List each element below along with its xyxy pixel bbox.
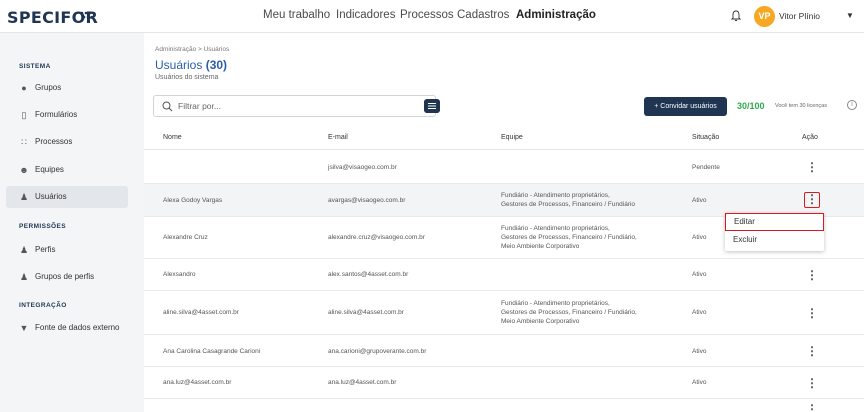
profile-group-icon: ♟ (19, 272, 29, 282)
row-email: jsilva@visaogeo.com.br (328, 164, 397, 171)
license-count: 30/100 (737, 101, 765, 111)
row-name: Alexandre Cruz (163, 234, 208, 241)
more-vertical-icon[interactable]: ⋮ (804, 343, 820, 359)
sidebar-item-perfis[interactable]: ♟ Perfis (6, 239, 128, 261)
row-name: Alexa Godoy Vargas (163, 197, 223, 204)
chevron-down-icon[interactable]: ▼ (846, 11, 854, 20)
sidebar-item-label: Formulários (35, 110, 78, 119)
nav-administracao[interactable]: Administração (516, 9, 596, 21)
nav-cadastros[interactable]: Cadastros (457, 9, 509, 21)
sidebar-item-label: Usuários (35, 192, 67, 201)
user-name[interactable]: Vitor Plínio (779, 11, 820, 21)
menu-item-editar[interactable]: Editar (725, 213, 824, 231)
row-status: Ativo (692, 197, 707, 204)
sidebar: SISTEMA ● Grupos ▯ Formulários ∷ Process… (0, 33, 140, 412)
sidebar-section-integracao: INTEGRAÇÃO (19, 302, 67, 309)
column-header-acao: Ação (802, 134, 818, 141)
row-team: Fundiário - Atendimento proprietários, G… (501, 300, 637, 325)
sidebar-item-label: Processos (35, 137, 73, 146)
row-status: Ativo (692, 234, 707, 241)
row-action-menu: Editar Excluir (725, 213, 824, 251)
search-input[interactable] (178, 99, 378, 113)
search-icon (162, 101, 173, 112)
row-name: ana.luz@4asset.com.br (163, 379, 232, 386)
nav-indicadores[interactable]: Indicadores (336, 9, 395, 21)
filter-icon[interactable] (424, 99, 440, 113)
table-row[interactable]: jsilva@visaogeo.com.br Pendente ⋮ (144, 151, 864, 184)
row-name: Ana Carolina Casagrande Carioni (163, 348, 261, 355)
sidebar-section-sistema: SISTEMA (19, 63, 51, 70)
page-subtitle: Usuários do sistema (155, 74, 219, 81)
row-status: Ativo (692, 271, 707, 278)
process-icon: ∷ (21, 137, 27, 147)
sidebar-section-permissoes: PERMISSÕES (19, 223, 66, 230)
sidebar-item-label: Equipes (35, 165, 64, 174)
more-vertical-icon[interactable]: ⋮ (804, 375, 820, 391)
table-row[interactable]: ⋮ (144, 399, 864, 412)
row-email: ana.carioni@grupoverante.com.br (328, 348, 427, 355)
avatar[interactable]: VP (754, 6, 775, 27)
table-row[interactable]: Ana Carolina Casagrande Carioni ana.cari… (144, 335, 864, 367)
table-row[interactable]: Alexsandro alex.santos@4asset.com.br Ati… (144, 259, 864, 291)
plug-icon: ▼ (19, 323, 29, 333)
page-title: Usuários (30) (155, 58, 227, 72)
more-vertical-icon[interactable]: ⋮ (804, 267, 820, 283)
row-email: alexandre.cruz@visaogeo.com.br (328, 234, 425, 241)
more-vertical-icon[interactable]: ⋮ (804, 305, 820, 321)
sidebar-item-label: Fonte de dados externo (35, 323, 120, 332)
clipboard-icon: ▯ (21, 110, 27, 120)
table-row[interactable]: aline.silva@4asset.com.br aline.silva@4a… (144, 291, 864, 335)
column-header-nome[interactable]: Nome (163, 134, 182, 141)
sidebar-item-formularios[interactable]: ▯ Formulários (6, 104, 128, 126)
table-row[interactable]: ana.luz@4asset.com.br ana.luz@4asset.com… (144, 367, 864, 399)
logo-mark-icon (80, 11, 94, 19)
search-box[interactable] (153, 95, 440, 117)
row-name: Alexsandro (163, 271, 196, 278)
sidebar-item-label: Perfis (35, 245, 56, 254)
row-team: Fundiário - Atendimento proprietários, G… (501, 192, 636, 208)
bell-icon[interactable] (731, 10, 741, 22)
main-content: Administração > Usuários Usuários (30) U… (144, 33, 864, 412)
more-vertical-icon[interactable]: ⋮ (804, 192, 820, 208)
info-icon[interactable]: i (847, 100, 857, 110)
row-team: Fundiário - Atendimento proprietários, G… (501, 225, 637, 250)
tag-icon: ● (21, 83, 27, 93)
row-email: alex.santos@4asset.com.br (328, 271, 409, 278)
nav-meu-trabalho[interactable]: Meu trabalho (263, 9, 330, 21)
more-vertical-icon[interactable]: ⋮ (804, 159, 820, 175)
row-email: avargas@visaogeo.com.br (328, 197, 406, 204)
row-status: Ativo (692, 309, 707, 316)
page-title-text: Usuários (155, 58, 203, 72)
top-bar: SPECIFOR Meu trabalho Indicadores Proces… (0, 0, 864, 33)
sidebar-item-grupos-de-perfis[interactable]: ♟ Grupos de perfis (6, 266, 128, 288)
column-header-situacao[interactable]: Situação (692, 134, 719, 141)
table-header: Nome E-mail Equipe Situação Ação (144, 127, 864, 150)
sidebar-item-grupos[interactable]: ● Grupos (6, 77, 128, 99)
invite-users-button[interactable]: + Convidar usuários (644, 97, 727, 116)
more-vertical-icon[interactable]: ⋮ (804, 403, 820, 412)
sidebar-item-usuarios[interactable]: ♟ Usuários (6, 186, 128, 208)
page-title-count: (30) (205, 58, 228, 72)
row-email: ana.luz@4asset.com.br (328, 379, 397, 386)
profile-icon: ♟ (19, 245, 29, 255)
row-status: Pendente (692, 164, 720, 171)
sidebar-item-label: Grupos de perfis (35, 272, 95, 281)
sidebar-item-equipes[interactable]: ☻ Equipes (6, 159, 128, 181)
sidebar-item-fonte-de-dados[interactable]: ▼ Fonte de dados externo (6, 317, 128, 339)
column-header-equipe[interactable]: Equipe (501, 134, 523, 141)
user-icon: ♟ (19, 192, 29, 202)
menu-item-excluir[interactable]: Excluir (725, 231, 824, 249)
row-status: Ativo (692, 379, 707, 386)
team-icon: ☻ (19, 165, 29, 175)
sidebar-item-processos[interactable]: ∷ Processos (6, 131, 128, 153)
row-email: aline.silva@4asset.com.br (328, 309, 404, 316)
nav-processos[interactable]: Processos (400, 9, 454, 21)
breadcrumb[interactable]: Administração > Usuários (155, 46, 229, 53)
license-note: Você tem 30 licenças (775, 103, 827, 109)
row-name: aline.silva@4asset.com.br (163, 309, 239, 316)
sidebar-item-label: Grupos (35, 83, 62, 92)
row-status: Ativo (692, 348, 707, 355)
column-header-email[interactable]: E-mail (328, 134, 348, 141)
